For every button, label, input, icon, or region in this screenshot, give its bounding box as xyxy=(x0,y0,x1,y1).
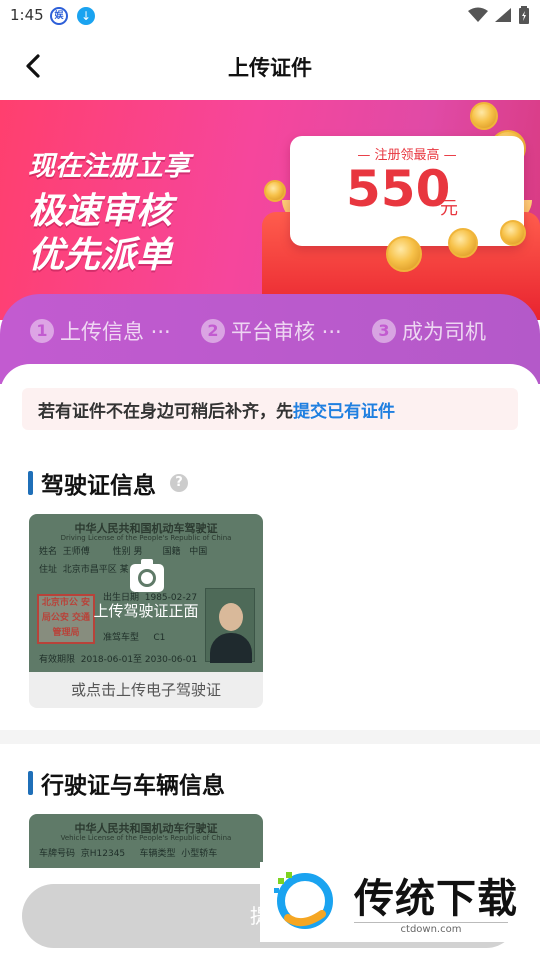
vehicle-plate-row: 车牌号码 京H12345 车辆类型 小型轿车 xyxy=(39,846,217,859)
status-icons xyxy=(468,6,530,24)
field-label: 准驾车型 xyxy=(103,633,140,643)
driver-license-upload[interactable]: 中华人民共和国机动车驾驶证 Driving License of the Peo… xyxy=(29,514,263,672)
notice-text: 若有证件不在身边可稍后补齐，先 xyxy=(38,402,293,422)
download-notification-icon: ↓ xyxy=(77,7,95,25)
coin-icon xyxy=(470,102,498,130)
license-title-en: Vehicle License of the People's Republic… xyxy=(60,834,232,842)
field-value: 京H12345 xyxy=(80,849,126,859)
step-label: 上传信息 ··· xyxy=(60,320,171,344)
section-accent-bar xyxy=(28,771,33,795)
license-name-row: 姓名 王师傅 性别 男 国籍 中国 xyxy=(39,544,207,557)
banner-slogan-line3: 优先派单 xyxy=(28,235,173,276)
title-bar: 上传证件 xyxy=(0,32,540,100)
coin-icon xyxy=(386,236,422,272)
coin-icon xyxy=(500,220,526,246)
camera-icon xyxy=(130,559,164,592)
camera-lens xyxy=(138,569,156,587)
page-title: 上传证件 xyxy=(228,56,312,80)
section-accent-bar xyxy=(28,471,33,495)
section-title-text: 行驶证与车辆信息 xyxy=(41,773,225,799)
wifi-icon xyxy=(468,7,488,22)
watermark-url: ctdown.com xyxy=(354,922,508,935)
field-label: 姓名 xyxy=(39,547,58,557)
field-value: C1 xyxy=(153,633,166,643)
field-value: 中国 xyxy=(189,547,208,557)
field-label: 车辆类型 xyxy=(139,849,176,859)
bonus-card: — 注册领最高 — 550 元 xyxy=(290,136,524,246)
field-label: 车牌号码 xyxy=(39,849,76,859)
battery-icon xyxy=(519,6,529,24)
upload-front-label: 上传驾驶证正面 xyxy=(93,602,199,620)
license-title-en: Driving License of the People's Republic… xyxy=(60,534,232,542)
watermark-logo: 传统下载 ctdown.com xyxy=(260,862,540,942)
vehicle-license-section-title: 行驶证与车辆信息 xyxy=(28,766,225,800)
step-label: 平台审核 ··· xyxy=(231,320,342,344)
help-icon[interactable]: ? xyxy=(170,474,188,492)
ctdown-logo-icon xyxy=(274,872,333,929)
field-label: 有效期限 xyxy=(39,655,76,665)
promo-banner[interactable]: 现在注册立享 极速审核 优先派单 — 注册领最高 — 550 元 xyxy=(0,100,540,320)
section-title-text: 驾驶证信息 xyxy=(41,473,156,499)
step-become-driver: 3 成为司机 xyxy=(372,316,486,346)
signal-icon xyxy=(495,8,511,22)
status-time: 1:45 xyxy=(10,6,44,24)
step-number: 2 xyxy=(201,319,225,343)
app-notification-icon: 娱 xyxy=(50,7,68,25)
field-value: 2018-06-01至 2030-06-01 xyxy=(80,655,198,665)
section-divider xyxy=(0,730,540,744)
field-value: 男 xyxy=(133,547,143,557)
banner-slogan-line1: 现在注册立享 xyxy=(28,151,190,182)
avatar-body xyxy=(210,633,252,663)
step-label: 成为司机 xyxy=(402,320,486,344)
bonus-unit: 元 xyxy=(440,198,458,219)
field-label: 国籍 xyxy=(162,547,181,557)
field-label: 性别 xyxy=(112,547,131,557)
step-platform-review: 2 平台审核 ··· xyxy=(201,316,342,346)
status-bar: 1:45 娱 ↓ xyxy=(0,0,540,32)
license-class-row: 准驾车型 C1 xyxy=(103,630,165,643)
submit-existing-link[interactable]: 提交已有证件 xyxy=(293,402,395,422)
field-label: 住址 xyxy=(39,565,58,575)
step-upload-info: 1 上传信息 ··· xyxy=(30,316,171,346)
notice-bar: 若有证件不在身边可稍后补齐，先提交已有证件 xyxy=(22,388,518,430)
field-value: 小型轿车 xyxy=(181,849,218,859)
coin-icon xyxy=(264,180,286,202)
step-number: 3 xyxy=(372,319,396,343)
camera-bump xyxy=(141,559,153,565)
step-number: 1 xyxy=(30,319,54,343)
coin-icon xyxy=(448,228,478,258)
upload-electronic-license-button[interactable]: 或点击上传电子驾驶证 xyxy=(29,672,263,708)
field-value: 王师傅 xyxy=(62,547,90,557)
vehicle-license-upload[interactable]: 中华人民共和国机动车行驶证 Vehicle License of the Peo… xyxy=(29,814,263,868)
driver-license-section-title: 驾驶证信息 ? xyxy=(28,466,188,500)
watermark-text: 传统下载 xyxy=(354,876,518,922)
bonus-amount: 550 xyxy=(346,160,451,218)
license-validity-row: 有效期限 2018-06-01至 2030-06-01 xyxy=(39,652,197,665)
